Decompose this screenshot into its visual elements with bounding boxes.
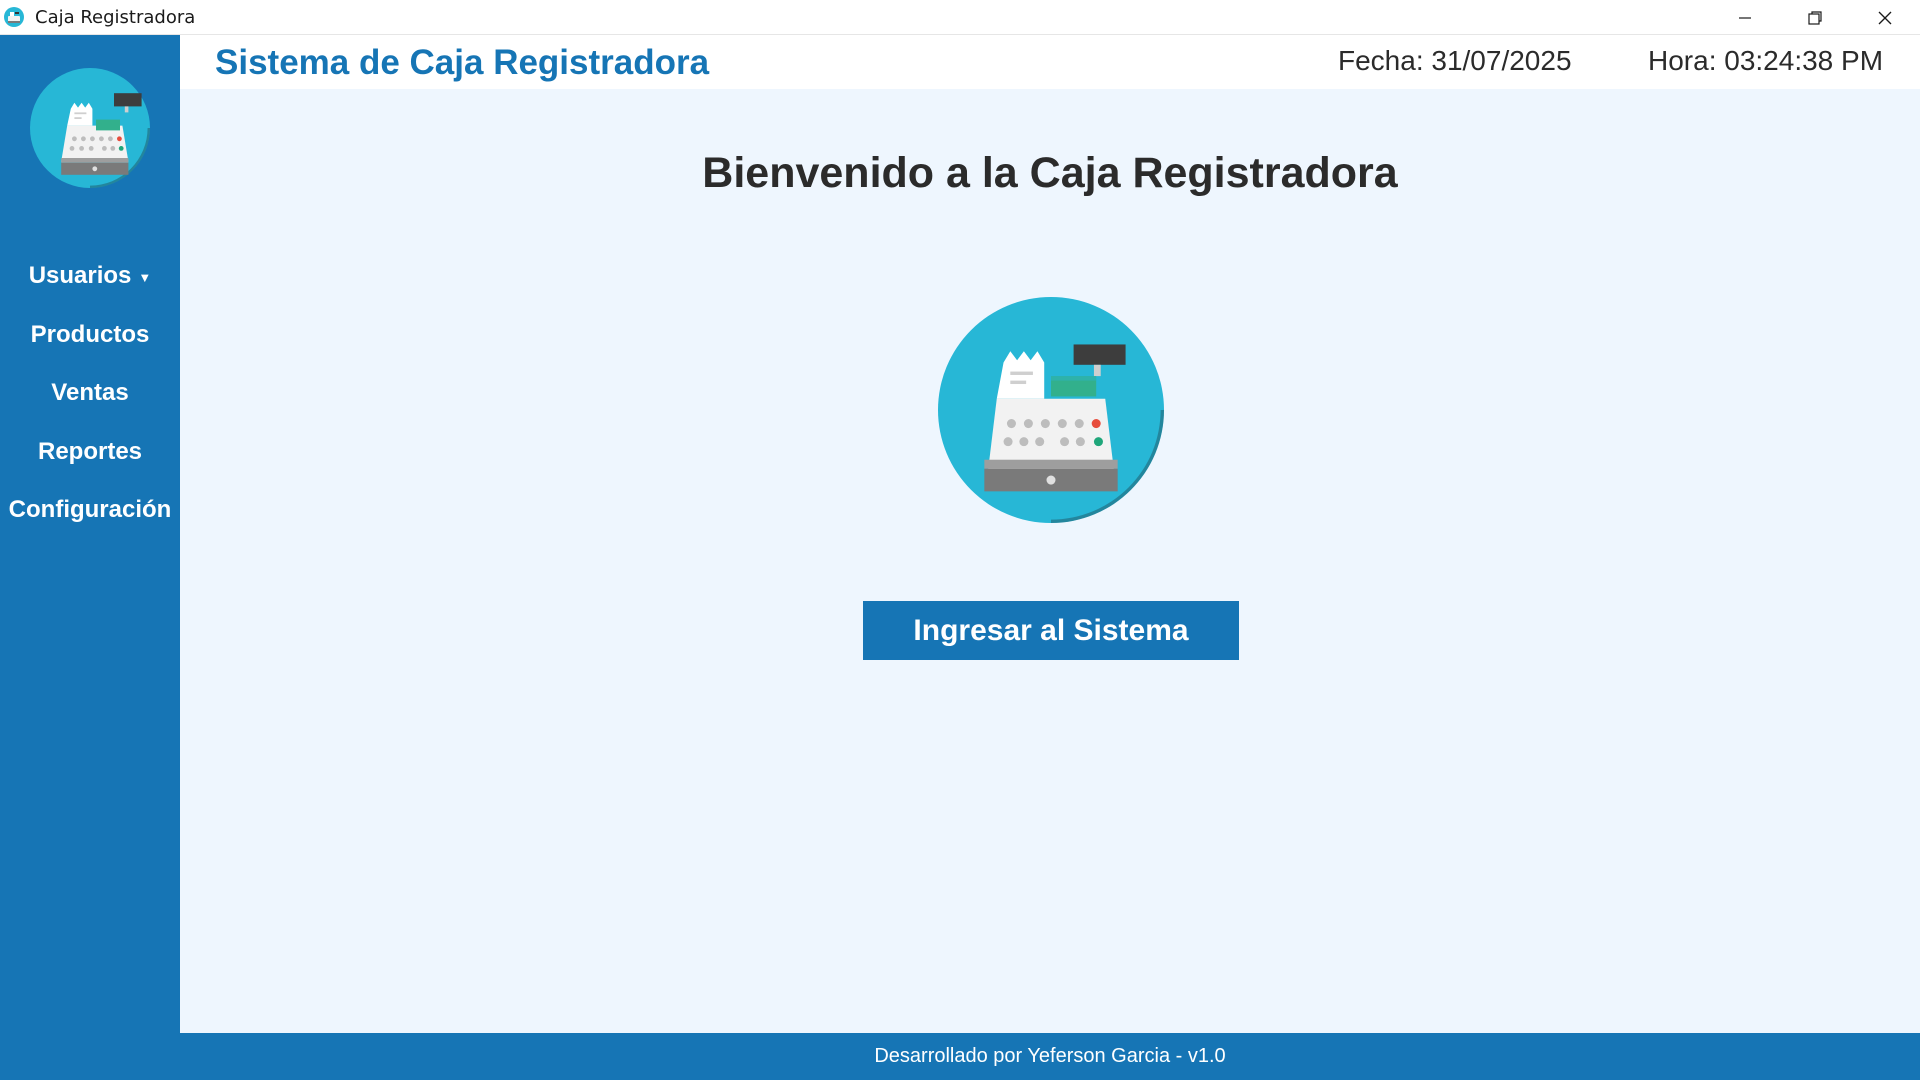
welcome-heading: Bienvenido a la Caja Registradora — [702, 149, 1398, 197]
sidebar-item-ventas[interactable]: Ventas — [0, 364, 180, 423]
window-controls — [1710, 0, 1920, 35]
sidebar-item-usuarios[interactable]: Usuarios ▼ — [0, 247, 180, 306]
window-titlebar: Caja Registradora — [0, 0, 1920, 35]
page-title: Sistema de Caja Registradora — [215, 43, 710, 82]
cash-register-icon — [30, 68, 150, 188]
sidebar-nav: Usuarios ▼ Productos Ventas Reportes Con… — [0, 247, 180, 540]
footer: Desarrollado por Yeferson Garcia - v1.0 — [180, 1033, 1920, 1080]
date-display: Fecha: 31/07/2025 — [1338, 45, 1572, 76]
cash-register-icon — [938, 297, 1164, 523]
sidebar-item-label: Configuración — [8, 496, 172, 524]
minimize-icon[interactable] — [1710, 0, 1780, 35]
sidebar-item-label: Usuarios — [28, 262, 132, 290]
sidebar-footer-strip — [0, 1033, 180, 1080]
sidebar-item-reportes[interactable]: Reportes — [0, 423, 180, 482]
time-display: Hora: 03:24:38 PM — [1648, 45, 1884, 76]
sidebar: Usuarios ▼ Productos Ventas Reportes Con… — [0, 35, 180, 1080]
sidebar-item-configuracion[interactable]: Configuración — [0, 481, 180, 540]
main-content: Bienvenido a la Caja Registradora Ingres… — [180, 89, 1920, 1033]
app-header: Sistema de Caja Registradora Fecha: 31/0… — [180, 35, 1920, 89]
cash-register-icon — [3, 6, 25, 28]
footer-credits: Desarrollado por Yeferson Garcia - v1.0 — [874, 1045, 1226, 1067]
sidebar-item-label: Reportes — [37, 437, 143, 465]
window-title: Caja Registradora — [35, 6, 196, 28]
restore-icon[interactable] — [1780, 0, 1850, 35]
close-icon[interactable] — [1850, 0, 1920, 35]
sidebar-item-productos[interactable]: Productos — [0, 306, 180, 365]
sidebar-item-label: Productos — [30, 320, 150, 348]
caret-down-icon: ▼ — [138, 269, 152, 285]
sidebar-item-label: Ventas — [51, 379, 129, 407]
enter-system-button[interactable]: Ingresar al Sistema — [863, 601, 1239, 660]
